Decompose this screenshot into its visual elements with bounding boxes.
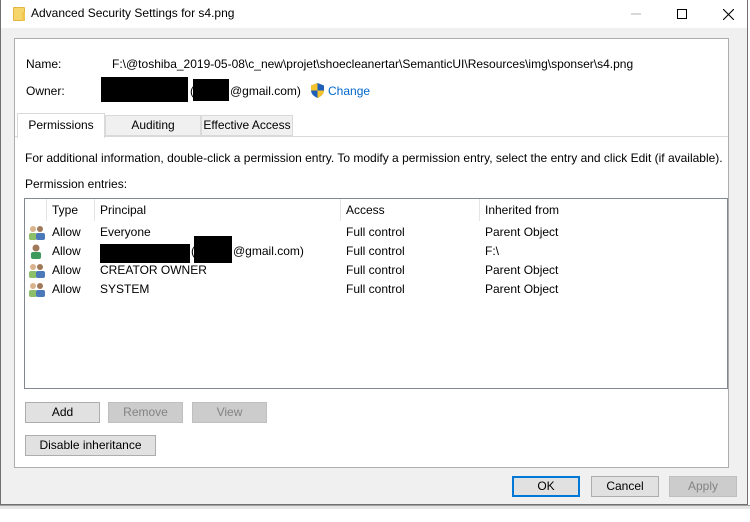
row-type: Allow xyxy=(52,282,81,296)
tab-label: Auditing xyxy=(131,118,175,132)
row-principal: Everyone xyxy=(100,225,151,239)
permission-entries-list[interactable]: Type Principal Access Inherited from All… xyxy=(24,198,728,389)
row-principal: CREATOR OWNER xyxy=(100,263,207,277)
group-icon xyxy=(29,264,45,278)
info-text: For additional information, double-click… xyxy=(25,151,723,165)
table-row[interactable]: Allow ( @gmail.com) Full control F:\ xyxy=(25,236,727,263)
maximize-button[interactable] xyxy=(659,0,705,28)
table-row[interactable]: Allow Everyone Full control Parent Objec… xyxy=(25,223,727,242)
tab-effective-access[interactable]: Effective Access xyxy=(201,115,293,136)
tab-label: Effective Access xyxy=(203,118,291,132)
row-inherited-from: Parent Object xyxy=(485,263,559,277)
view-button[interactable]: View xyxy=(192,402,267,423)
uac-shield-icon xyxy=(311,83,324,98)
change-owner-link[interactable]: Change xyxy=(328,84,370,98)
row-type: Allow xyxy=(52,263,81,277)
tab-permissions[interactable]: Permissions xyxy=(17,113,105,138)
redacted-owner-email xyxy=(193,79,229,101)
row-access: Full control xyxy=(346,225,405,239)
close-button[interactable] xyxy=(705,0,750,28)
background-window-edge xyxy=(0,505,750,522)
table-row[interactable]: Allow CREATOR OWNER Full control Parent … xyxy=(25,261,727,280)
name-label: Name: xyxy=(26,57,62,71)
user-icon xyxy=(31,244,41,259)
row-type: Allow xyxy=(52,244,81,258)
window-title: Advanced Security Settings for s4.png xyxy=(31,6,235,20)
owner-label: Owner: xyxy=(26,84,65,98)
column-header-inherited-from[interactable]: Inherited from xyxy=(480,199,727,221)
row-access: Full control xyxy=(346,282,405,296)
row-type: Allow xyxy=(52,225,81,239)
minimize-icon xyxy=(631,13,641,15)
remove-button[interactable]: Remove xyxy=(108,402,183,423)
permissions-panel: For additional information, double-click… xyxy=(15,137,728,467)
table-row[interactable]: Allow SYSTEM Full control Parent Object xyxy=(25,280,727,299)
add-button[interactable]: Add xyxy=(25,402,100,423)
background-strip xyxy=(0,505,750,509)
tab-auditing[interactable]: Auditing xyxy=(105,115,201,136)
cancel-button[interactable]: Cancel xyxy=(591,476,659,497)
owner-email-suffix: @gmail.com) xyxy=(230,84,301,98)
list-header: Type Principal Access Inherited from xyxy=(25,199,727,221)
name-value: F:\@toshiba_2019-05-08\c_new\projet\shoe… xyxy=(112,57,634,71)
column-header-icon[interactable] xyxy=(25,199,47,221)
minimize-button[interactable] xyxy=(613,0,659,28)
row-principal: @gmail.com) xyxy=(233,244,304,258)
ok-button[interactable]: OK xyxy=(512,476,580,497)
content-pane: Name: F:\@toshiba_2019-05-08\c_new\proje… xyxy=(14,38,729,468)
group-icon xyxy=(29,283,45,297)
redacted-owner-name xyxy=(101,77,188,102)
row-access: Full control xyxy=(346,244,405,258)
tab-label: Permissions xyxy=(28,118,94,132)
row-access: Full control xyxy=(346,263,405,277)
redacted-principal-email xyxy=(194,236,232,263)
row-inherited-from: Parent Object xyxy=(485,225,559,239)
permission-entries-label: Permission entries: xyxy=(25,177,128,191)
advanced-security-settings-window: Advanced Security Settings for s4.png Na… xyxy=(0,0,748,505)
column-header-type[interactable]: Type xyxy=(47,199,95,221)
folder-icon xyxy=(13,7,25,21)
maximize-icon xyxy=(677,9,687,19)
column-header-access[interactable]: Access xyxy=(341,199,480,221)
apply-button[interactable]: Apply xyxy=(669,476,737,497)
close-icon xyxy=(722,8,734,20)
row-inherited-from: F:\ xyxy=(485,244,499,258)
disable-inheritance-button[interactable]: Disable inheritance xyxy=(25,435,156,456)
group-icon xyxy=(29,226,45,240)
row-inherited-from: Parent Object xyxy=(485,282,559,296)
title-bar[interactable]: Advanced Security Settings for s4.png xyxy=(1,0,747,28)
column-header-principal[interactable]: Principal xyxy=(95,199,341,221)
row-principal: SYSTEM xyxy=(100,282,150,296)
